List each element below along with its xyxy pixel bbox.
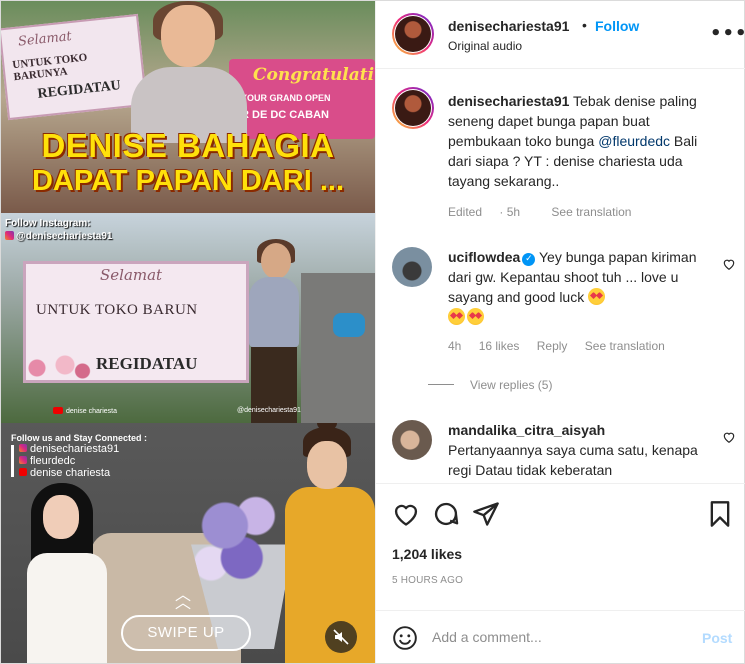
separator-dot: • (582, 17, 587, 33)
youtube-label: denise chariesta (66, 408, 117, 415)
like-comment-heart-icon[interactable] (722, 257, 736, 271)
caption-username[interactable]: denisechariesta91 (448, 93, 569, 109)
youtube-icon (53, 407, 63, 414)
instagram-icon (5, 231, 14, 240)
post-comment-button[interactable]: Post (702, 630, 732, 646)
save-bookmark-icon[interactable] (706, 500, 734, 528)
divider-bar (11, 445, 14, 477)
chevron-up-icon: ︿ ︿ (175, 585, 192, 612)
heart-eyes-emoji-icon (588, 288, 606, 305)
post-actions: 1,204 likes 5 HOURS AGO (376, 483, 745, 603)
stay-connected-title: Follow us and Stay Connected : (11, 433, 148, 443)
caption-mention-link[interactable]: @fleurdedc (598, 133, 670, 149)
instagram-watermark: @denisechariesta91 (237, 407, 301, 414)
pointing-woman-figure (239, 239, 309, 423)
comment-time: 4h (448, 339, 462, 353)
heart-eyes-emoji-icon (467, 308, 484, 325)
add-comment-input[interactable] (432, 629, 672, 645)
comment-item: uciflowdea ✓ Yey bunga papan kiriman dari… (392, 247, 735, 397)
smiling-woman-figure (109, 1, 259, 143)
heart-eyes-emoji-icon (448, 308, 465, 325)
follow-instagram-overlay: Follow Instagram: @denisechariesta91 (5, 217, 112, 243)
commenter-avatar[interactable] (392, 420, 432, 460)
flower-decoration (23, 353, 93, 383)
social-links-list: denisechariesta91 fleurdedc denise chari… (19, 443, 119, 479)
instagram-post-frame: Selamat UNTUK TOKO BARUNYA REGIDATAU Con… (0, 0, 745, 664)
mute-audio-button[interactable] (325, 621, 357, 653)
comment-bubble-icon[interactable] (432, 500, 460, 528)
like-comment-heart-icon[interactable] (722, 430, 736, 444)
caption-edited: Edited · 5h (448, 205, 521, 219)
instagram-icon (19, 456, 27, 464)
post-sidebar: denisechariesta91 • Follow Original audi… (375, 1, 745, 663)
commenter-avatar[interactable] (392, 247, 432, 287)
share-paper-plane-icon[interactable] (472, 500, 500, 528)
view-replies-button[interactable]: View replies (5) (428, 378, 552, 392)
caption-meta: Edited · 5h See translation (448, 205, 645, 219)
media-panel-top: Selamat UNTUK TOKO BARUNYA REGIDATAU Con… (1, 1, 375, 213)
post-timestamp[interactable]: 5 HOURS AGO (392, 575, 463, 586)
emoji-smile-icon[interactable] (392, 625, 418, 651)
caption-avatar-ring[interactable] (392, 87, 434, 129)
add-comment-bar: Post (376, 610, 745, 663)
comment-body: Pertanyaannya saya cuma satu, kenapa reg… (448, 442, 698, 478)
comment-meta: 4h 16 likes Reply See translation (448, 339, 679, 353)
author-username[interactable]: denisechariesta91 (448, 18, 569, 34)
board-title: Selamat (100, 266, 163, 284)
social-link-3: denise chariesta (30, 467, 111, 479)
post-header: denisechariesta91 • Follow Original audi… (376, 1, 745, 69)
board-line: UNTUK TOKO BARUN (36, 302, 198, 318)
follow-instagram-handle: @denisechariesta91 (16, 231, 113, 242)
author-avatar (395, 16, 431, 52)
comments-list[interactable]: denisechariesta91 Tebak denise paling se… (376, 70, 745, 482)
comment-item: mandalika_citra_aisyah Pertanyaannya say… (392, 420, 735, 482)
comment-see-translation[interactable]: See translation (585, 339, 665, 353)
youtube-watermark: denise chariesta (53, 407, 117, 415)
replies-divider-line (428, 384, 454, 385)
video-headline-1: DENISE BAHAGIA (41, 127, 335, 164)
caption-avatar (395, 90, 431, 126)
youtube-icon (19, 468, 27, 476)
post-media[interactable]: Selamat UNTUK TOKO BARUNYA REGIDATAU Con… (1, 1, 375, 663)
video-headline-2: DAPAT PAPAN DARI ... (31, 165, 345, 197)
caption-item: denisechariesta91 Tebak denise paling se… (392, 87, 732, 227)
comment-username[interactable]: uciflowdea (448, 249, 520, 265)
scooter-shape (333, 313, 365, 337)
comment-text: mandalika_citra_aisyah Pertanyaannya say… (448, 420, 710, 480)
social-link-1: denisechariesta91 (30, 443, 120, 455)
congrats-title: Congratulati (253, 65, 375, 85)
follow-button[interactable]: Follow (595, 18, 639, 34)
like-heart-icon[interactable] (392, 500, 420, 528)
verified-badge-icon: ✓ (522, 253, 536, 266)
caption-text: denisechariesta91 Tebak denise paling se… (448, 91, 718, 191)
comment-username[interactable]: mandalika_citra_aisyah (448, 422, 605, 438)
street-background (301, 273, 375, 423)
audio-label[interactable]: Original audio (448, 39, 522, 53)
instagram-icon (19, 444, 27, 452)
media-panel-middle: Selamat UNTUK TOKO BARUN REGIDATAU Follo… (1, 213, 375, 423)
social-link-2: fleurdedc (30, 455, 76, 467)
view-replies-label: View replies (5) (470, 378, 553, 392)
caption-see-translation[interactable]: See translation (551, 205, 631, 219)
more-options-button[interactable]: ••• (710, 23, 745, 44)
comment-text: uciflowdea ✓ Yey bunga papan kiriman dari… (448, 247, 710, 327)
likes-count[interactable]: 1,204 likes (392, 546, 462, 562)
comment-likes[interactable]: 16 likes (479, 339, 520, 353)
media-panel-bottom: Follow us and Stay Connected : denisecha… (1, 423, 375, 663)
board-small-title: Selamat (17, 29, 73, 50)
board-from: REGIDATAU (96, 354, 198, 373)
follow-instagram-label: Follow Instagram: (5, 218, 91, 229)
swipe-up-button[interactable]: SWIPE UP (121, 615, 251, 651)
speaker-muted-icon (333, 629, 349, 645)
comment-reply-button[interactable]: Reply (537, 339, 568, 353)
story-ring[interactable] (392, 13, 434, 55)
